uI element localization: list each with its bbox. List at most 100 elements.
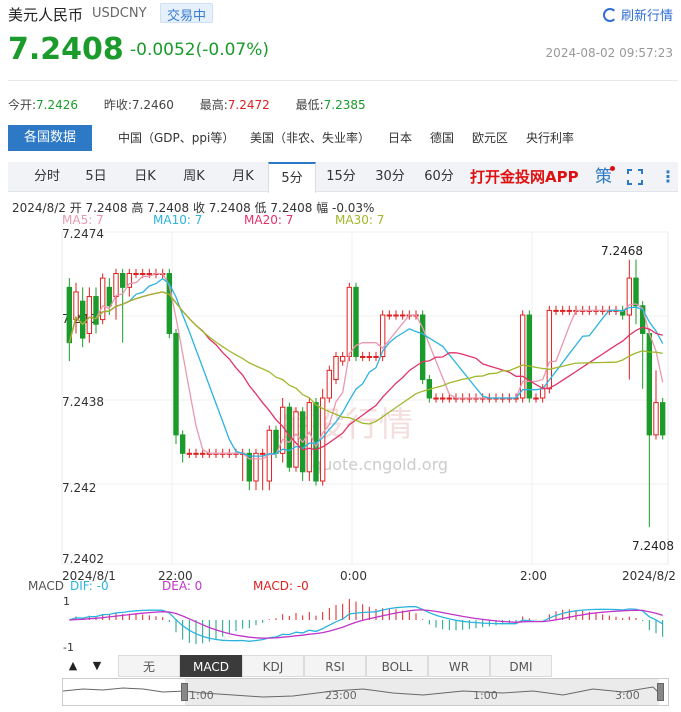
notification-dot: [610, 166, 615, 171]
tab-eurozone[interactable]: 欧元区: [472, 125, 508, 151]
candle-body: [186, 452, 193, 455]
candle-body: [293, 411, 299, 468]
quote-time: 2024-08-02 09:57:23: [545, 46, 673, 60]
macd-dea-line: [69, 609, 663, 639]
open-value: 7.2426: [36, 98, 79, 112]
tab-central-bank-rate[interactable]: 央行利率: [526, 125, 574, 151]
max-price-marker: 7.2468: [601, 244, 643, 258]
instrument-code: USDCNY: [92, 6, 147, 21]
status-badge: 交易中: [160, 3, 214, 24]
tab-period-30min[interactable]: 30分: [366, 162, 414, 192]
candle-body: [399, 314, 406, 317]
tab-period-5min[interactable]: 5分: [268, 162, 316, 193]
candle-body: [139, 273, 146, 275]
range-navigator[interactable]: 1:00 23:00 1:00 3:00: [62, 678, 669, 706]
candle-body: [259, 452, 266, 455]
navigator-tick: 23:00: [325, 689, 357, 702]
refresh-button[interactable]: 刷新行情: [602, 5, 673, 24]
candle-body: [566, 309, 573, 312]
candle-body: [306, 402, 313, 473]
arrow-down-button[interactable]: ▼: [86, 655, 108, 677]
macd-tick-top: 1: [63, 595, 70, 608]
candle-body: [439, 397, 446, 400]
tab-period-5day[interactable]: 5日: [72, 162, 120, 192]
last-price-marker: 7.2408: [632, 539, 674, 553]
macd-chart[interactable]: MACD DIF: -0 DEA: 0 MACD: -0 1 -1: [0, 576, 681, 654]
price-change: -0.0052(-0.07%): [130, 40, 270, 60]
prev-close-label: 昨收:: [103, 98, 132, 112]
prev-close-value: 7.2460: [131, 98, 174, 112]
divider: [8, 80, 678, 81]
instrument-name: 美元人民币: [8, 6, 84, 24]
tab-period-15min[interactable]: 15分: [317, 162, 365, 192]
tab-japan[interactable]: 日本: [388, 125, 412, 151]
tab-indicator-boll[interactable]: BOLL: [366, 655, 428, 677]
candle-body: [106, 286, 113, 307]
tab-period-weekly[interactable]: 周K: [170, 162, 218, 192]
refresh-label: 刷新行情: [620, 9, 673, 24]
candle-body: [193, 452, 199, 455]
candle-body: [373, 356, 379, 358]
candle-body: [633, 277, 639, 307]
navigator-right-handle[interactable]: [657, 683, 664, 701]
more-options-icon[interactable]: ⋮: [660, 162, 676, 192]
tab-indicator-macd[interactable]: MACD: [180, 655, 242, 677]
tab-period-timeshare[interactable]: 分时: [23, 162, 71, 192]
candle-body: [646, 332, 653, 436]
candle-body: [93, 296, 99, 325]
navigator-left-handle[interactable]: [181, 683, 188, 701]
open-label: 今开:: [8, 98, 37, 112]
candle-body: [346, 286, 353, 357]
arrow-up-button[interactable]: ▲: [62, 655, 84, 677]
navigator-selection[interactable]: [185, 679, 659, 705]
tab-indicator-none[interactable]: 无: [118, 655, 180, 677]
y-tick-label: 7.2402: [62, 552, 104, 566]
tab-country-data[interactable]: 各国数据: [8, 125, 93, 151]
high-value: 7.2472: [227, 98, 270, 112]
plot-frame: [61, 231, 669, 565]
candle-body: [119, 273, 126, 288]
candle-body: [73, 291, 79, 321]
tab-indicator-kdj[interactable]: KDJ: [242, 655, 304, 677]
candle-body: [559, 309, 566, 312]
candlestick-chart[interactable]: 金投行情 quote.cngold.org 7.24747.2457.24387…: [0, 224, 681, 584]
candle-body: [659, 402, 666, 436]
candle-body: [393, 314, 399, 317]
watermark-url: quote.cngold.org: [312, 455, 448, 474]
macd-dea: DEA: 0: [162, 579, 202, 593]
candle-body: [433, 397, 439, 400]
candle-body: [279, 406, 286, 454]
fullscreen-icon[interactable]: [627, 169, 643, 185]
y-tick-label: 7.242: [62, 481, 96, 495]
open-app-link[interactable]: 打开金投网APP: [470, 162, 579, 192]
tab-period-monthly[interactable]: 月K: [219, 162, 267, 192]
macd-tick-bottom: -1: [63, 641, 74, 654]
tab-germany[interactable]: 德国: [430, 125, 454, 151]
candle-body: [146, 273, 153, 275]
country-data-tabs: 各国数据 中国（GDP、ppi等） 美国（非农、失业率） 日本 德国 欧元区 央…: [8, 125, 678, 151]
candle-body: [113, 273, 119, 298]
low-label: 最低:: [295, 98, 324, 112]
candle-body: [653, 402, 659, 436]
navigator-tick: 1:00: [189, 689, 214, 702]
tab-indicator-wr[interactable]: WR: [428, 655, 490, 677]
quote-stats: 今开:7.2426 昨收:7.2460 最高:7.2472 最低:7.2385: [8, 96, 388, 113]
candle-body: [533, 397, 539, 400]
candle-body: [359, 356, 366, 358]
candle-body: [133, 273, 139, 275]
high-label: 最高:: [199, 98, 228, 112]
last-price: 7.2408: [8, 32, 124, 67]
candle-body: [86, 296, 93, 334]
tab-china[interactable]: 中国（GDP、ppi等）: [118, 125, 234, 151]
navigator-tick: 3:00: [615, 689, 640, 702]
tab-period-60min[interactable]: 60分: [415, 162, 463, 192]
tab-indicator-rsi[interactable]: RSI: [304, 655, 366, 677]
tab-usa[interactable]: 美国（非农、失业率）: [250, 125, 370, 151]
y-tick-label: 7.2474: [62, 227, 104, 241]
tab-period-daily[interactable]: 日K: [121, 162, 169, 192]
quote-header: 美元人民币 USDCNY 交易中 刷新行情: [0, 0, 681, 30]
candle-body: [333, 356, 339, 381]
candle-body: [179, 434, 186, 454]
candle-body: [253, 452, 259, 482]
tab-indicator-dmi[interactable]: DMI: [490, 655, 552, 677]
